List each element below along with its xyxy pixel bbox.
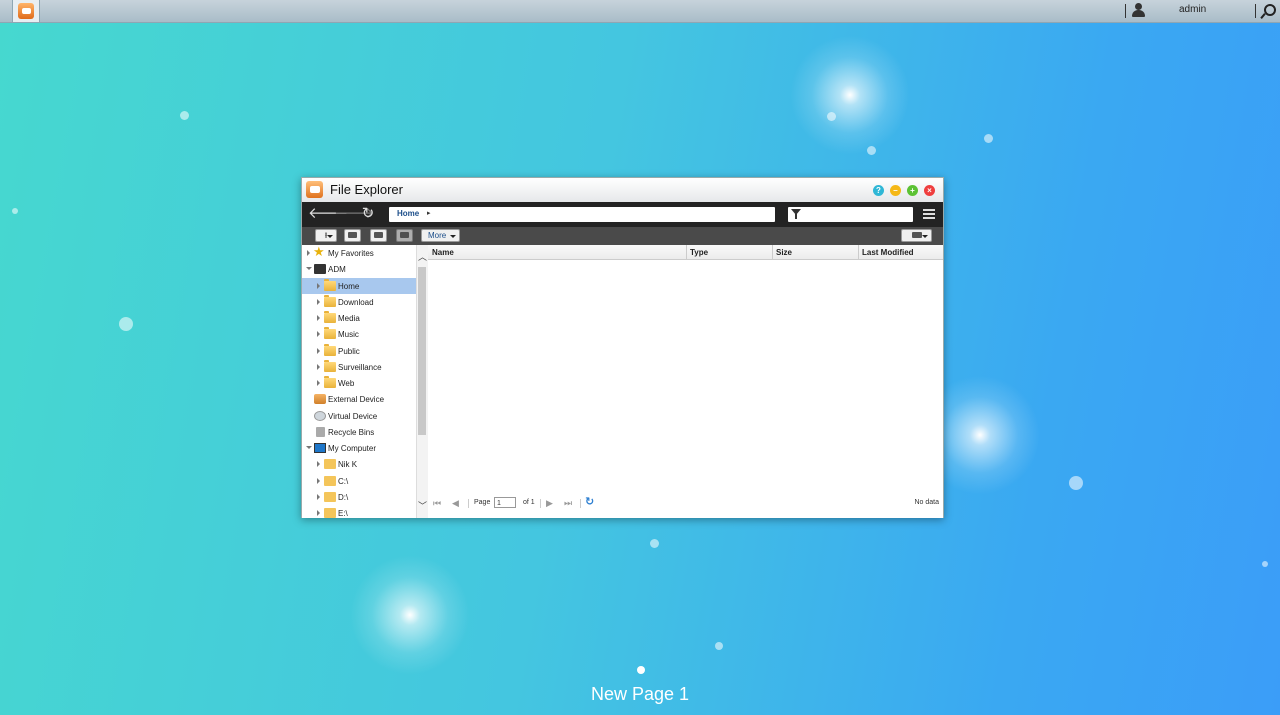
- open-folder-button[interactable]: [370, 229, 387, 242]
- last-page-icon[interactable]: ⏭: [564, 498, 572, 509]
- tree-scrollbar[interactable]: ︿ ﹀: [416, 245, 428, 518]
- filter-input[interactable]: [788, 207, 913, 222]
- tree-item-public[interactable]: Public: [302, 343, 416, 359]
- refresh-icon[interactable]: ↻: [585, 497, 595, 508]
- tree-item-recycle-bins[interactable]: Recycle Bins: [302, 424, 416, 440]
- filter-icon: [791, 209, 801, 219]
- folder-icon: [324, 327, 336, 339]
- tree-item-surveillance[interactable]: Surveillance: [302, 359, 416, 375]
- folder-icon: [324, 476, 336, 486]
- tree-item-my-favorites[interactable]: My Favorites: [302, 245, 416, 261]
- refresh-icon[interactable]: ↻: [360, 206, 376, 221]
- star-icon: [313, 245, 326, 260]
- navigation-bar: 🡐 🡒 ↻ Home ▸: [302, 202, 943, 227]
- details-list-icon[interactable]: [923, 208, 935, 220]
- properties-button[interactable]: [396, 229, 413, 242]
- page-label: Page: [474, 499, 491, 506]
- file-explorer-window: File Explorer ? – + × 🡐 🡒 ↻ Home ▸ ⭱ Mor…: [301, 177, 944, 518]
- file-grid: Name Type Size Last Modified ⏮ ◀ Page 1 …: [428, 245, 943, 518]
- scroll-up-icon[interactable]: ︿: [418, 250, 427, 263]
- column-last-modified[interactable]: Last Modified: [862, 248, 914, 257]
- user-icon[interactable]: [1131, 3, 1145, 18]
- help-button[interactable]: ?: [873, 185, 884, 196]
- external-device-icon: [314, 394, 326, 404]
- file-explorer-icon: [306, 181, 323, 198]
- tree-item-media[interactable]: Media: [302, 310, 416, 326]
- breadcrumb-home[interactable]: Home: [397, 209, 419, 218]
- tree-item-home[interactable]: Home: [302, 278, 416, 294]
- upload-button[interactable]: ⭱: [315, 229, 337, 242]
- folder-tree: My Favorites ADM Home Download Media Mus…: [302, 245, 416, 518]
- breadcrumb-arrow-icon[interactable]: ▸: [427, 209, 431, 217]
- action-toolbar: ⭱ More: [302, 227, 943, 245]
- desktop-page-name: New Page 1: [590, 684, 690, 704]
- computer-icon: [314, 443, 326, 453]
- scroll-thumb[interactable]: [418, 267, 426, 435]
- column-name[interactable]: Name: [432, 248, 454, 257]
- page-indicator-dot[interactable]: [637, 666, 645, 674]
- tree-item-c-drive[interactable]: C:\: [302, 473, 416, 489]
- pagination-bar: ⏮ ◀ Page 1 of 1 ▶ ⏭ ↻ No data: [428, 494, 943, 514]
- maximize-button[interactable]: +: [907, 185, 918, 196]
- separator: [1125, 4, 1126, 18]
- window-title: File Explorer: [330, 182, 403, 197]
- page-number-input[interactable]: 1: [494, 497, 516, 508]
- tree-item-download[interactable]: Download: [302, 294, 416, 310]
- close-button[interactable]: ×: [924, 185, 935, 196]
- status-text: No data: [914, 499, 939, 506]
- top-taskbar: admin: [0, 0, 1280, 23]
- tree-item-my-computer[interactable]: My Computer: [302, 440, 416, 456]
- back-arrow-icon[interactable]: 🡐: [308, 206, 348, 221]
- separator: [1255, 4, 1256, 18]
- folder-icon: [324, 311, 336, 323]
- tree-item-nik-k[interactable]: Nik K: [302, 456, 416, 472]
- view-mode-button[interactable]: [901, 229, 932, 242]
- forward-arrow-icon[interactable]: 🡒: [334, 206, 374, 221]
- tree-item-e-drive[interactable]: E:\: [302, 505, 416, 518]
- folder-icon: [324, 376, 336, 388]
- folder-icon: [324, 508, 336, 518]
- tree-item-virtual-device[interactable]: Virtual Device: [302, 408, 416, 424]
- tree-item-adm[interactable]: ADM: [302, 261, 416, 277]
- folder-icon: [324, 492, 336, 502]
- page-count-label: of 1: [523, 499, 535, 506]
- column-size[interactable]: Size: [776, 248, 792, 257]
- new-folder-button[interactable]: [344, 229, 361, 242]
- folder-icon: [324, 295, 336, 307]
- folder-icon: [324, 344, 336, 356]
- folder-icon: [324, 360, 336, 372]
- virtual-device-icon: [314, 411, 326, 421]
- grid-header: Name Type Size Last Modified: [428, 245, 943, 260]
- username-label[interactable]: admin: [1179, 4, 1206, 15]
- scroll-down-icon[interactable]: ﹀: [418, 499, 427, 512]
- tree-item-external-device[interactable]: External Device: [302, 391, 416, 407]
- next-page-icon[interactable]: ▶: [546, 498, 553, 509]
- tree-item-web[interactable]: Web: [302, 375, 416, 391]
- search-icon[interactable]: [1260, 3, 1276, 19]
- previous-page-icon[interactable]: ◀: [452, 498, 459, 509]
- path-bar[interactable]: Home ▸: [389, 207, 775, 222]
- window-titlebar[interactable]: File Explorer ? – + ×: [302, 178, 943, 202]
- minimize-button[interactable]: –: [890, 185, 901, 196]
- folder-icon: [324, 459, 336, 469]
- first-page-icon[interactable]: ⏮: [433, 498, 441, 509]
- tree-item-d-drive[interactable]: D:\: [302, 489, 416, 505]
- nas-icon: [314, 264, 326, 274]
- file-explorer-app-icon: [18, 3, 34, 19]
- recycle-bin-icon: [316, 427, 325, 437]
- file-explorer-taskbar-button[interactable]: [12, 0, 40, 22]
- more-button[interactable]: More: [421, 229, 460, 242]
- folder-icon: [324, 279, 336, 291]
- column-type[interactable]: Type: [690, 248, 708, 257]
- tree-item-music[interactable]: Music: [302, 326, 416, 342]
